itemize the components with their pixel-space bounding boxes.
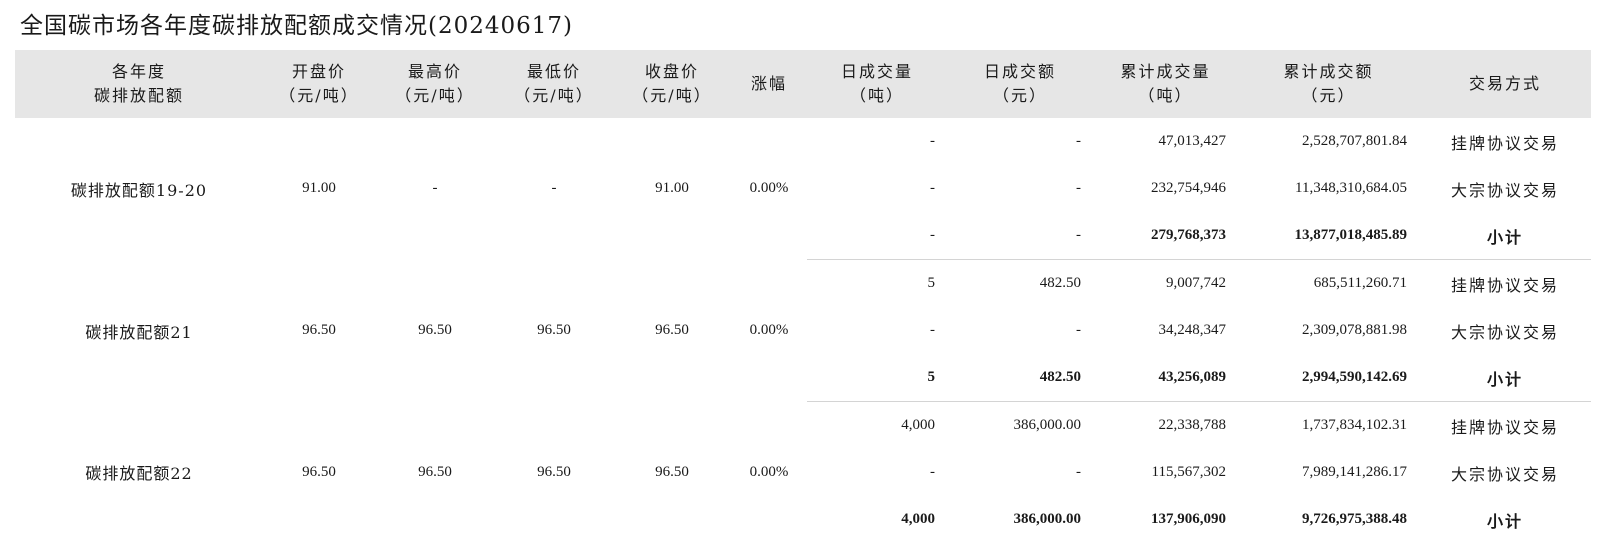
- daily-volume-cell: 4,000: [901, 417, 935, 433]
- table-row: 碳排放配额22 96.50 96.50 96.50 96.50 0.00% 4,…: [15, 402, 1591, 483]
- daily-amount-cell: -: [1076, 133, 1081, 149]
- daily-volume-cell: 4,000: [901, 511, 935, 527]
- trade-type-cell: 小计: [1419, 354, 1591, 402]
- trade-type-cell: 小计: [1486, 511, 1523, 531]
- quota-name-cell: 碳排放配额19-20: [70, 180, 208, 200]
- col-header-cum-volume: 累计成交量 （吨）: [1120, 62, 1211, 105]
- cum-amount-cell: 11,348,310,684.05: [1295, 180, 1407, 196]
- low-price-cell: 96.50: [537, 463, 571, 480]
- table-body: 碳排放配额19-20 91.00 - - 91.00 0.00% - - 47,…: [15, 118, 1591, 543]
- daily-amount-cell: -: [1076, 464, 1081, 480]
- trade-type-cell: 大宗协议交易: [1450, 322, 1559, 342]
- cum-volume-cell: 9,007,742: [1166, 275, 1226, 291]
- trade-type-cell: 大宗协议交易: [1450, 180, 1559, 200]
- cum-volume-cell: 137,906,090: [1151, 511, 1226, 527]
- table-row: 碳排放配额21 96.50 96.50 96.50 96.50 0.00% 5 …: [15, 260, 1591, 342]
- trade-type-cell: 挂牌协议交易: [1450, 133, 1559, 153]
- open-price-cell: 96.50: [302, 463, 336, 480]
- col-header-daily-volume: 日成交量 （吨）: [840, 62, 913, 105]
- col-header-change: 涨幅: [750, 74, 787, 93]
- daily-volume-cell: -: [930, 180, 935, 196]
- cum-volume-cell: 47,013,427: [1158, 133, 1227, 149]
- col-header-trade-type: 交易方式: [1468, 74, 1541, 93]
- daily-amount-cell: -: [1076, 322, 1081, 338]
- daily-amount-cell: 386,000.00: [1013, 511, 1082, 527]
- high-price-cell: 96.50: [418, 463, 452, 480]
- daily-volume-cell: -: [930, 322, 935, 338]
- open-price-cell: 91.00: [302, 180, 336, 197]
- cum-amount-cell: 7,989,141,286.17: [1302, 464, 1407, 480]
- high-price-cell: -: [432, 180, 438, 197]
- high-price-cell: 96.50: [418, 322, 452, 338]
- cum-volume-cell: 115,567,302: [1151, 464, 1226, 480]
- quota-name-cell: 碳排放配额21: [85, 322, 193, 342]
- cum-amount-cell: 2,309,078,881.98: [1302, 322, 1407, 338]
- cum-amount-cell: 2,528,707,801.84: [1302, 133, 1407, 149]
- trade-type-cell: 挂牌协议交易: [1450, 417, 1559, 437]
- change-cell: 0.00%: [749, 322, 789, 338]
- daily-volume-cell: 5: [927, 275, 936, 291]
- daily-amount-cell: 386,000.00: [1013, 417, 1082, 433]
- low-price-cell: 96.50: [537, 322, 571, 338]
- page-title: 全国碳市场各年度碳排放配额成交情况(20240617): [20, 13, 574, 39]
- trade-type-cell: 挂牌协议交易: [1450, 275, 1559, 295]
- cum-amount-cell: 1,737,834,102.31: [1302, 417, 1407, 433]
- daily-amount-cell: 482.50: [947, 354, 1093, 402]
- col-header-close: 收盘价 （元/吨）: [632, 62, 712, 105]
- daily-amount-cell: -: [947, 212, 1093, 260]
- quota-name-cell: 碳排放配额22: [85, 464, 193, 484]
- table-row: 碳排放配额19-20 91.00 - - 91.00 0.00% - - 47,…: [15, 118, 1591, 200]
- close-price-cell: 91.00: [655, 180, 689, 197]
- col-header-low: 最低价 （元/吨）: [514, 62, 594, 105]
- trade-type-cell: 小计: [1419, 212, 1591, 260]
- close-price-cell: 96.50: [655, 322, 689, 338]
- header-row: 各年度 碳排放配额 开盘价 （元/吨） 最高价 （元/吨） 最低价 （元/吨） 收盘价（…: [15, 50, 1591, 118]
- carbon-trading-table: 各年度 碳排放配额 开盘价 （元/吨） 最高价 （元/吨） 最低价 （元/吨） 收盘价（…: [15, 50, 1591, 543]
- daily-amount-cell: 482.50: [1039, 275, 1081, 291]
- cum-amount-cell: 9,726,975,388.48: [1302, 511, 1407, 527]
- cum-volume-cell: 279,768,373: [1093, 212, 1238, 260]
- daily-volume-cell: -: [930, 464, 935, 480]
- open-price-cell: 96.50: [302, 322, 336, 338]
- daily-volume-cell: -: [930, 133, 935, 149]
- change-cell: 0.00%: [749, 180, 789, 197]
- cum-amount-cell: 685,511,260.71: [1313, 275, 1407, 291]
- low-price-cell: -: [551, 180, 557, 197]
- col-header-daily-amount: 日成交额 （元）: [983, 62, 1056, 105]
- cum-amount-cell: 13,877,018,485.89: [1238, 212, 1419, 260]
- col-header-open: 开盘价 （元/吨）: [279, 62, 359, 105]
- daily-amount-cell: -: [1076, 180, 1081, 196]
- col-header-cum-amount: 累计成交额 （元）: [1283, 62, 1374, 105]
- change-cell: 0.00%: [749, 463, 789, 480]
- daily-volume-cell: -: [807, 212, 947, 260]
- cum-volume-cell: 34,248,347: [1158, 322, 1227, 338]
- cum-volume-cell: 22,338,788: [1158, 417, 1227, 433]
- daily-volume-cell: 5: [807, 354, 947, 402]
- cum-amount-cell: 2,994,590,142.69: [1238, 354, 1419, 402]
- cum-volume-cell: 43,256,089: [1093, 354, 1238, 402]
- trade-type-cell: 大宗协议交易: [1450, 464, 1559, 484]
- col-header-quota: 各年度 碳排放配额: [93, 62, 184, 105]
- cum-volume-cell: 232,754,946: [1151, 180, 1226, 196]
- col-header-high: 最高价 （元/吨）: [395, 62, 475, 105]
- close-price-cell: 96.50: [655, 463, 689, 480]
